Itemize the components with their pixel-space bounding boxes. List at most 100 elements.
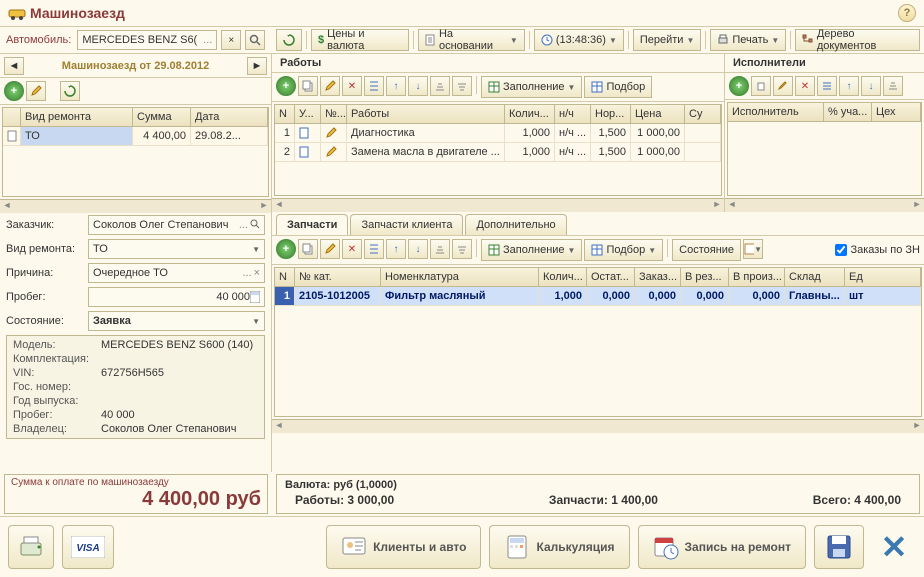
tree-toggle-icon[interactable]	[364, 76, 384, 96]
up-icon[interactable]: ↑	[839, 76, 859, 96]
executors-title: Исполнители	[725, 54, 924, 73]
time-button[interactable]: (13:48:36)▼	[534, 29, 624, 51]
table-row[interactable]: 1 Диагностика 1,000 н/ч ... 1,500 1 000,…	[275, 124, 721, 143]
page-title: Машинозаезд	[30, 5, 125, 21]
sort-icon[interactable]	[883, 76, 903, 96]
table-row[interactable]: 1 2105-1012005 Фильтр масляный 1,000 0,0…	[275, 287, 921, 306]
doc-icon	[299, 127, 311, 139]
car-label: Автомобиль:	[6, 34, 71, 46]
orders-checkbox[interactable]: Заказы по ЗН	[835, 239, 920, 261]
basis-button[interactable]: На основании▼	[418, 29, 525, 51]
config-icon[interactable]: ▼	[743, 239, 763, 259]
mileage-input[interactable]: 40 000	[88, 287, 265, 307]
fill-button[interactable]: Заполнение▼	[481, 76, 582, 98]
sort-asc-icon[interactable]	[430, 239, 450, 259]
clients-button[interactable]: Клиенты и авто	[326, 525, 481, 569]
save-button[interactable]	[814, 525, 864, 569]
exec-toolbar: + ✕ ↑ ↓	[725, 73, 924, 100]
edit-icon[interactable]	[320, 239, 340, 259]
car-icon	[8, 4, 26, 22]
search-icon[interactable]	[245, 30, 265, 50]
parts-grid: N № кат. Номенклатура Колич... Остат... …	[274, 267, 922, 417]
search-icon	[250, 219, 260, 229]
fill-button[interactable]: Заполнение▼	[481, 239, 582, 261]
clock-icon	[541, 34, 553, 46]
refresh-small[interactable]	[276, 29, 302, 51]
table-row[interactable]: ТО 4 400,00 29.08.2...	[3, 127, 268, 146]
delete-icon[interactable]: ✕	[342, 239, 362, 259]
copy-icon[interactable]	[298, 239, 318, 259]
sort-asc-icon[interactable]	[430, 76, 450, 96]
car-input[interactable]: MERCEDES BENZ S6( ...	[77, 30, 217, 50]
prices-button[interactable]: $Цены и валюта	[311, 29, 409, 51]
sort-desc-icon[interactable]	[452, 239, 472, 259]
add-button[interactable]: +	[276, 239, 296, 259]
tab-extra[interactable]: Дополнительно	[465, 214, 566, 235]
edit-icon[interactable]	[773, 76, 793, 96]
totals-row: Сумма к оплате по машинозаезду 4 400,00 …	[0, 472, 924, 516]
up-icon[interactable]: ↑	[386, 76, 406, 96]
table-row[interactable]: 2 Замена масла в двигателе ... 1,000 н/ч…	[275, 143, 721, 162]
car-info-block: Модель:MERCEDES BENZ S600 (140) Комплект…	[6, 335, 265, 439]
copy-icon[interactable]	[298, 76, 318, 96]
select-button[interactable]: Подбор	[584, 76, 652, 98]
next-arrow[interactable]: ►	[247, 57, 267, 75]
visa-button[interactable]: VISA	[62, 525, 114, 569]
add-button[interactable]: +	[276, 76, 296, 96]
sort-desc-icon[interactable]	[452, 76, 472, 96]
table-icon	[591, 81, 603, 93]
tab-client-parts[interactable]: Запчасти клиента	[350, 214, 463, 235]
parts-tabs: Запчасти Запчасти клиента Дополнительно	[272, 212, 924, 236]
goto-button[interactable]: Перейти▼	[633, 29, 702, 51]
clear-icon[interactable]: ×	[221, 30, 241, 50]
help-icon[interactable]: ?	[898, 4, 916, 22]
prev-arrow[interactable]: ◄	[4, 57, 24, 75]
doc-icon	[299, 146, 311, 158]
close-button[interactable]: ✕	[872, 525, 916, 569]
left-mini-toolbar: +	[0, 78, 271, 105]
car-selector-row: Автомобиль: MERCEDES BENZ S6( ... ×	[0, 27, 272, 54]
delete-icon[interactable]: ✕	[342, 76, 362, 96]
reason-input[interactable]: Очередное ТО...×	[88, 263, 265, 283]
edit-icon	[325, 146, 337, 158]
window-header: Машинозаезд ?	[0, 0, 924, 27]
edit-icon[interactable]	[26, 81, 46, 101]
refresh-icon[interactable]	[60, 81, 80, 101]
parts-toolbar: + ✕ ↑ ↓ Заполнение▼ Подбор▼ Состояние ▼ …	[272, 236, 924, 265]
book-button[interactable]: Запись на ремонт	[638, 525, 806, 569]
state-input[interactable]: Заявка▼	[88, 311, 265, 331]
right-pane: Работы + ✕ ↑ ↓ Заполнение▼ Подбор	[272, 54, 924, 472]
nav-title: Машинозаезд от 29.08.2012	[24, 60, 247, 72]
totals-right: Валюта: руб (1,0000) Работы: 3 000,00 За…	[276, 474, 920, 514]
list-icon[interactable]	[817, 76, 837, 96]
print-button[interactable]: Печать▼	[710, 29, 786, 51]
customer-input[interactable]: Соколов Олег Степанович...	[88, 215, 265, 235]
select-button[interactable]: Подбор▼	[584, 239, 663, 261]
main-toolbar: $Цены и валюта На основании▼ (13:48:36)▼…	[272, 27, 924, 54]
delete-icon[interactable]: ✕	[795, 76, 815, 96]
down-icon[interactable]: ↓	[408, 239, 428, 259]
doc-icon	[7, 130, 19, 142]
down-icon[interactable]: ↓	[408, 76, 428, 96]
edit-icon	[325, 127, 337, 139]
floppy-icon	[825, 533, 853, 561]
executors-grid: Исполнитель % уча... Цех	[727, 102, 922, 196]
left-pane: ◄ Машинозаезд от 29.08.2012 ► + Вид ремо…	[0, 54, 272, 472]
tab-parts[interactable]: Запчасти	[276, 214, 348, 235]
printer-icon	[717, 34, 729, 46]
tree-icon[interactable]	[364, 239, 384, 259]
down-icon[interactable]: ↓	[861, 76, 881, 96]
calc-icon	[250, 291, 260, 303]
add-button[interactable]: +	[4, 81, 24, 101]
table-icon	[488, 81, 500, 93]
edit-icon[interactable]	[320, 76, 340, 96]
tree-button[interactable]: Дерево документов	[795, 29, 920, 51]
print-big-button[interactable]	[8, 525, 54, 569]
add-button[interactable]: +	[729, 76, 749, 96]
copy-icon[interactable]	[751, 76, 771, 96]
calc-button[interactable]: Калькуляция	[489, 525, 629, 569]
calendar-clock-icon	[653, 534, 679, 560]
state-button[interactable]: Состояние	[672, 239, 741, 261]
up-icon[interactable]: ↑	[386, 239, 406, 259]
repair-type-input[interactable]: ТО▼	[88, 239, 265, 259]
